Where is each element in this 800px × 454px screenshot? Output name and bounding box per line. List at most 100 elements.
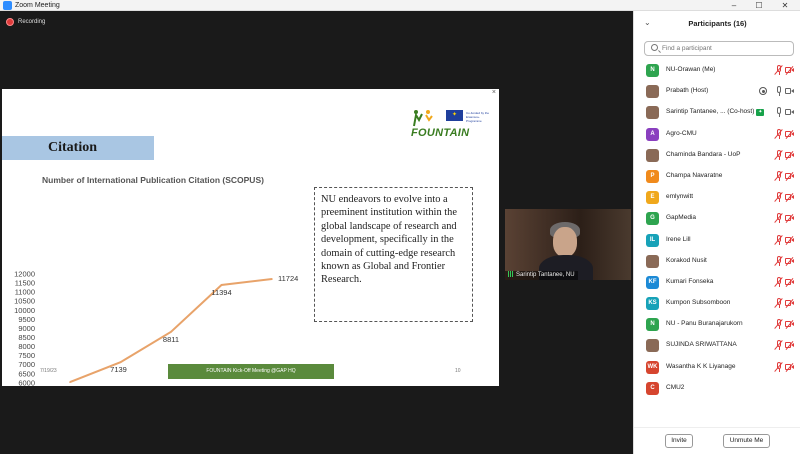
video-name-text: Sarintip Tantanee, NU (516, 272, 575, 278)
data-label: 7139 (110, 365, 127, 374)
participants-footer: Invite Unmute Me (634, 427, 800, 454)
data-label: 11394 (211, 288, 231, 297)
mic-muted-icon[interactable] (774, 213, 783, 224)
close-button[interactable]: ✕ (774, 0, 796, 11)
participant-name-text: Agro-CMU (666, 129, 697, 137)
avatar: C (646, 381, 659, 395)
mic-icon[interactable] (774, 107, 783, 118)
maximize-button[interactable]: ☐ (748, 0, 770, 11)
data-label: 8811 (163, 335, 179, 344)
y-tick-label: 6500 (18, 369, 35, 378)
y-tick-label: 7000 (18, 360, 35, 369)
recording-dot-icon (6, 18, 14, 26)
data-label: 6041 (64, 385, 81, 386)
participant-row[interactable]: Chaminda Bandara - UoP (634, 146, 800, 167)
camera-off-icon[interactable] (785, 320, 795, 328)
slide-page-number: 10 (455, 368, 461, 374)
participant-row[interactable]: G GapMedia (634, 209, 800, 230)
camera-off-icon[interactable] (785, 341, 795, 349)
avatar: N (646, 64, 659, 77)
camera-icon[interactable] (785, 87, 795, 95)
camera-off-icon[interactable] (785, 257, 795, 265)
data-point (220, 284, 223, 286)
participant-row[interactable]: WK Wasantha K K Liyanage (634, 358, 800, 379)
participant-video-tile[interactable]: Sarintip Tantanee, NU (505, 209, 631, 280)
camera-off-icon[interactable] (785, 214, 795, 222)
mic-muted-icon[interactable] (774, 192, 783, 203)
camera-off-icon[interactable] (785, 278, 795, 286)
participant-row[interactable]: SUJINDA SRIWATTANA (634, 336, 800, 357)
y-tick-label: 9000 (18, 324, 35, 333)
participant-row[interactable]: N NU-Orawan (Me) (634, 61, 800, 82)
cohost-badge-icon: ✦ (756, 109, 765, 117)
participant-name: Wasantha K K Liyanage (666, 363, 736, 370)
participant-row[interactable]: Eemlynwitt (634, 188, 800, 209)
participant-name-text: Korakod Nusit (666, 256, 707, 264)
mic-muted-icon[interactable] (774, 298, 783, 309)
avatar: A (646, 127, 659, 141)
mic-icon[interactable] (774, 86, 783, 97)
invite-button[interactable]: Invite (665, 434, 693, 448)
minimize-button[interactable]: – (723, 0, 745, 11)
participant-row[interactable]: P Champa Navaratne (634, 167, 800, 188)
participant-row[interactable]: KS Kumpon Subsomboon (634, 294, 800, 315)
participant-row[interactable]: KF Kumari Fonseka (634, 273, 800, 294)
participant-row[interactable]: C CMU2 (634, 379, 800, 400)
mic-muted-icon[interactable] (774, 65, 783, 75)
camera-off-icon[interactable] (785, 363, 795, 371)
mic-muted-icon[interactable] (774, 149, 783, 160)
slide-footer-banner: FOUNTAIN Kick-Off Meeting @GAP HQ (168, 364, 334, 379)
avatar-photo (646, 254, 659, 268)
y-tick-label: 8500 (18, 333, 35, 342)
unmute-me-button[interactable]: Unmute Me (723, 434, 770, 448)
camera-off-icon[interactable] (785, 151, 795, 159)
mic-muted-icon[interactable] (774, 319, 783, 330)
participant-search-input[interactable] (662, 43, 792, 54)
data-point (271, 278, 273, 280)
camera-off-icon[interactable] (785, 66, 795, 74)
slide-close-icon[interactable]: × (492, 89, 496, 96)
participants-title: Participants (16) (688, 19, 747, 28)
camera-off-icon[interactable] (785, 193, 795, 201)
participant-name-text: NU-Orawan (Me) (666, 66, 716, 73)
recording-icon (759, 87, 767, 96)
camera-off-icon[interactable] (785, 299, 795, 307)
mic-muted-icon[interactable] (774, 170, 783, 181)
y-tick-label: 10000 (14, 306, 35, 315)
mic-muted-icon[interactable] (774, 276, 783, 287)
data-point (170, 331, 172, 333)
camera-icon[interactable] (785, 108, 795, 116)
participant-name-text: Kumpon Subsomboon (666, 299, 731, 307)
mic-muted-icon[interactable] (774, 255, 783, 266)
data-point (119, 361, 122, 363)
participant-row[interactable]: N NU - Panu Buranajarukorn (634, 315, 800, 336)
participant-name: NU - Panu Buranajarukorn (666, 320, 743, 327)
mic-muted-icon[interactable] (774, 128, 783, 139)
avatar: N (646, 318, 659, 332)
mic-muted-icon[interactable] (774, 340, 783, 351)
participant-search[interactable] (644, 41, 794, 56)
participant-name: emlynwitt (666, 193, 693, 200)
participant-row[interactable]: IL Irene Lill (634, 231, 800, 252)
avatar-photo (646, 106, 659, 120)
participant-row[interactable]: Sarintip Tantanee, ... (Co-host) ✦ (634, 103, 800, 124)
slide-date: 7/19/23 (40, 368, 57, 374)
participant-row[interactable]: Prabath (Host) (634, 82, 800, 103)
mic-muted-icon[interactable] (774, 234, 783, 245)
participant-name: Agro-CMU (666, 130, 697, 137)
participants-header: ⌄ Participants (16) (634, 11, 800, 37)
citation-line-chart: 5000550060006500700075008000850090009500… (14, 270, 298, 387)
participant-name-text: NU - Panu Buranajarukorn (666, 320, 743, 328)
y-tick-label: 10500 (14, 297, 35, 306)
participant-name-text: SUJINDA SRIWATTANA (666, 341, 737, 349)
participant-name: Irene Lill (666, 236, 691, 243)
participant-row[interactable]: Korakod Nusit (634, 252, 800, 273)
mic-muted-icon[interactable] (774, 361, 783, 372)
camera-off-icon[interactable] (785, 172, 795, 180)
camera-off-icon[interactable] (785, 130, 795, 138)
participant-row[interactable]: A Agro-CMU (634, 125, 800, 146)
camera-off-icon[interactable] (785, 236, 795, 244)
participant-name-text: Kumari Fonseka (666, 277, 714, 285)
data-label: 11724 (278, 274, 298, 283)
fountain-logo-text: FOUNTAIN (411, 127, 470, 139)
